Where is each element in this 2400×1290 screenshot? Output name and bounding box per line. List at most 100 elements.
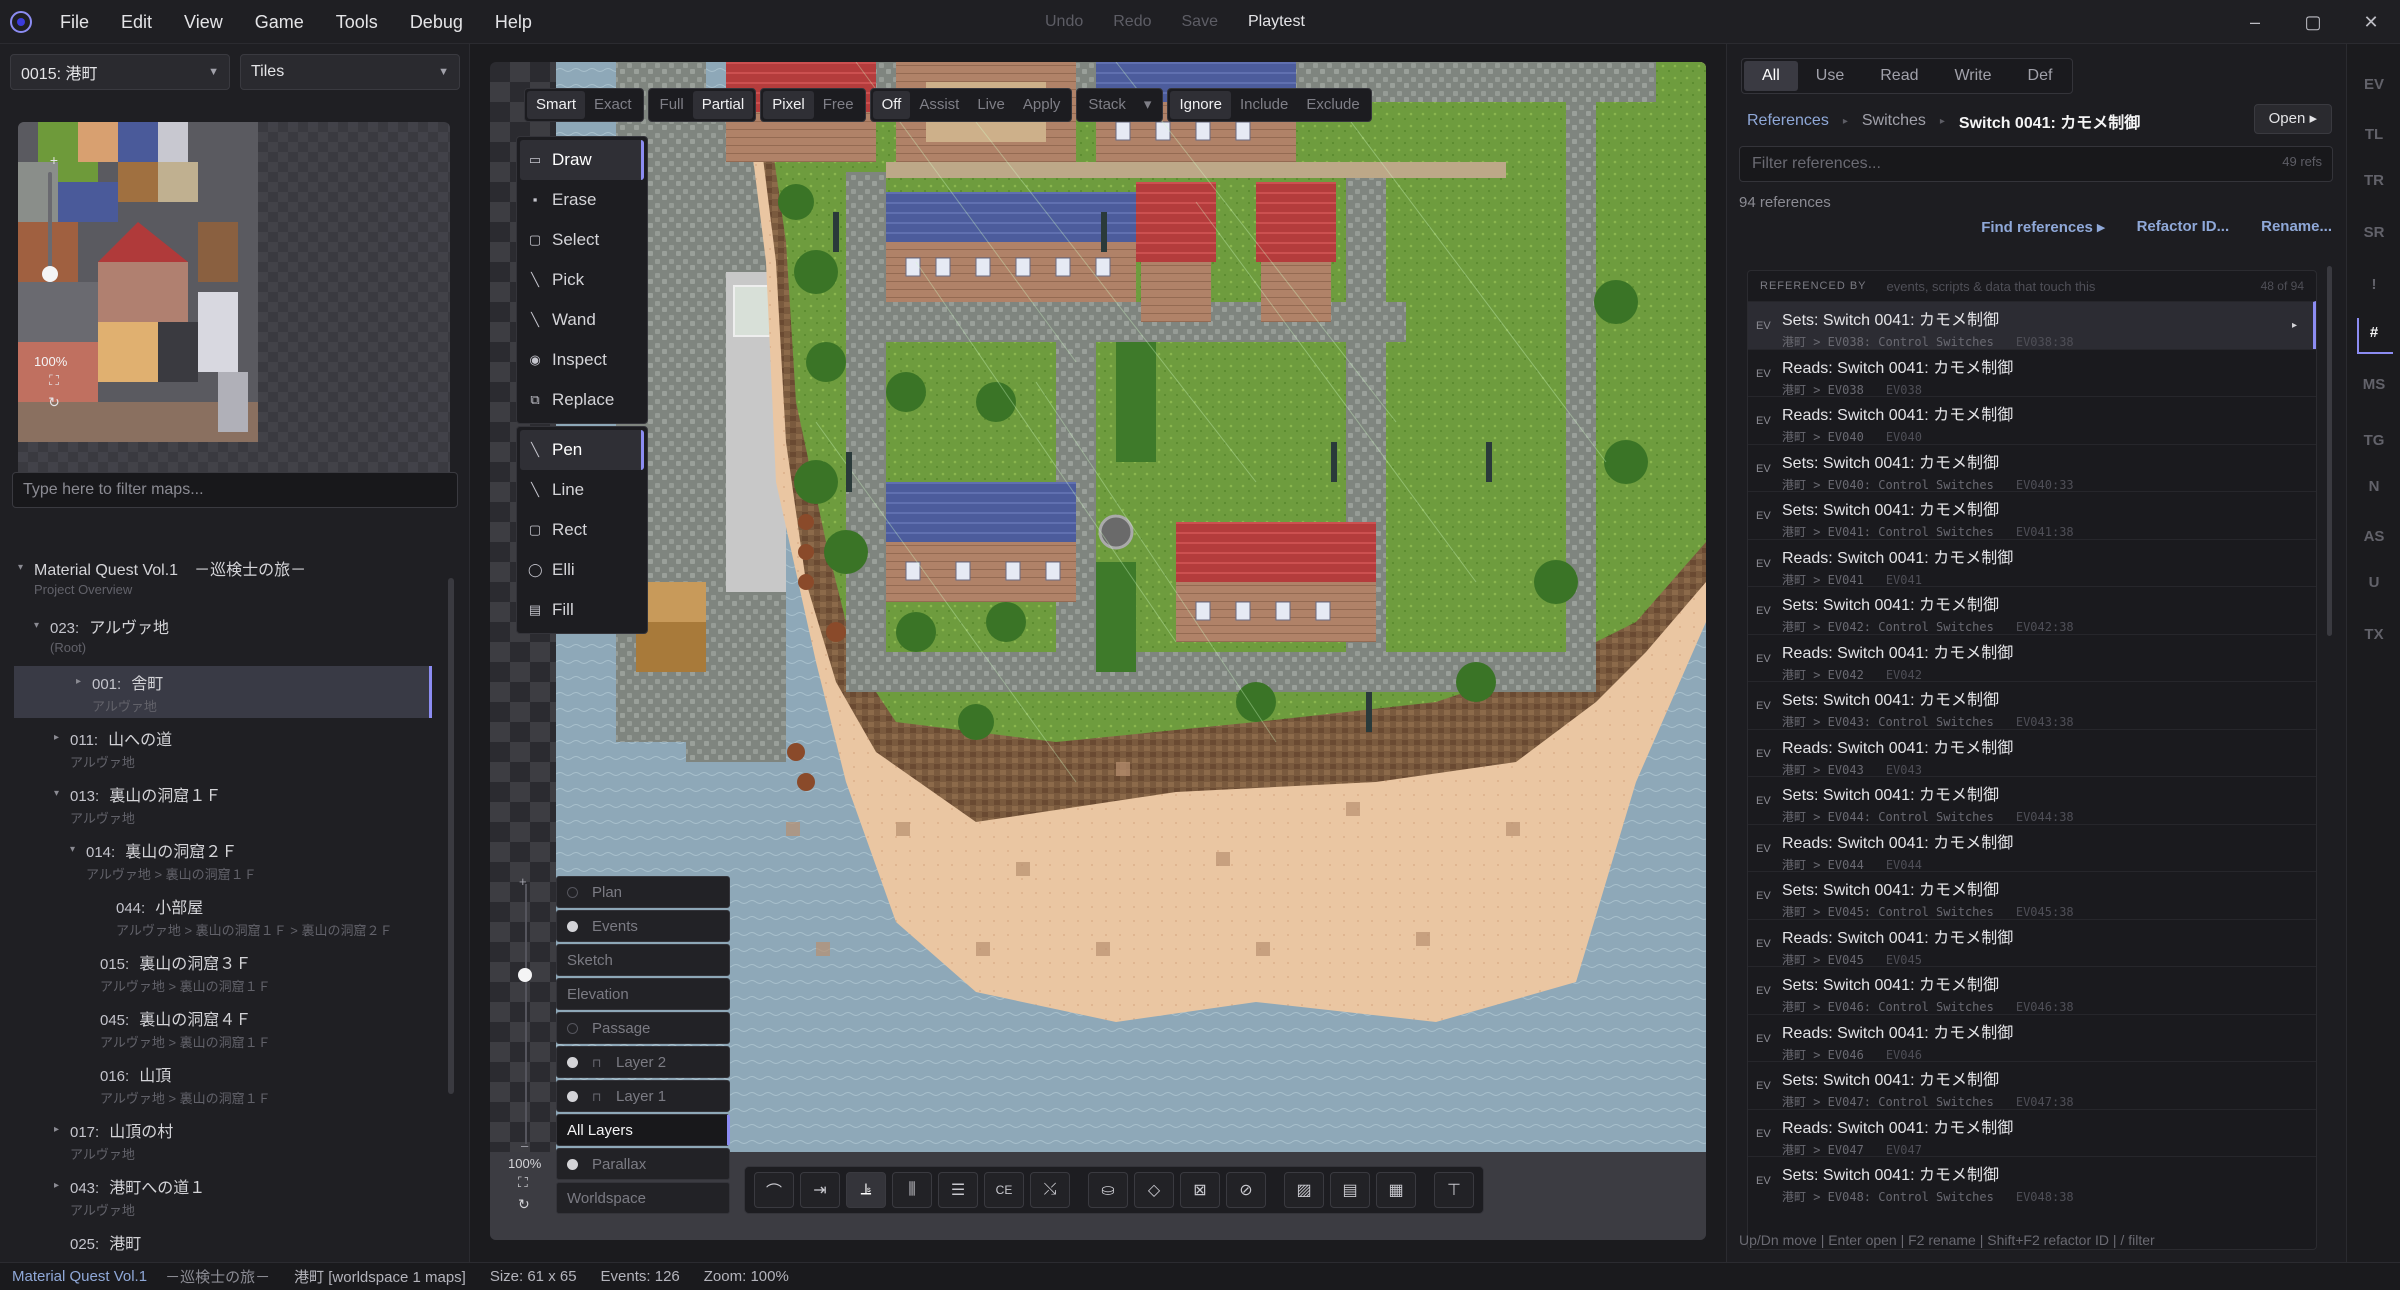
- mode-off[interactable]: Off: [872, 91, 911, 119]
- strip-tab-hash[interactable]: #: [2347, 324, 2400, 341]
- chevron-right-icon[interactable]: ▸: [76, 676, 81, 687]
- tree-item-project[interactable]: ▾ Material Quest Vol.1 －巡検士の旅－ Project Ove…: [0, 552, 440, 602]
- reset-view-icon[interactable]: ↻: [518, 1196, 530, 1213]
- strip-tab-u[interactable]: U: [2347, 574, 2400, 591]
- list-icon[interactable]: ☰: [938, 1172, 978, 1208]
- layer-passage[interactable]: Passage: [556, 1012, 730, 1044]
- layer-all-layers[interactable]: All Layers: [556, 1114, 730, 1146]
- strip-tab-alerts[interactable]: !: [2347, 276, 2400, 293]
- eraser-icon[interactable]: ◇: [1134, 1172, 1174, 1208]
- ref-tab-write[interactable]: Write: [1936, 61, 2009, 91]
- layer-select[interactable]: Tiles ▼: [240, 54, 460, 90]
- stamp-icon[interactable]: ⛀: [1088, 1172, 1128, 1208]
- mail-icon[interactable]: ⊠: [1180, 1172, 1220, 1208]
- mode-exclude[interactable]: Exclude: [1297, 91, 1368, 119]
- tree-item-013[interactable]: ▾ 013: 裏山の洞窟１Ｆ アルヴァ地: [0, 778, 440, 830]
- reference-row[interactable]: EV Reads: Switch 0041: カモメ制御 港町 > EV044 EV0…: [1748, 823, 2316, 872]
- reference-row[interactable]: EV Reads: Switch 0041: カモメ制御 港町 > EV043 EV0…: [1748, 728, 2316, 777]
- layer-parallax[interactable]: Parallax: [556, 1148, 730, 1180]
- snap-icon[interactable]: ⫡: [846, 1172, 886, 1208]
- map-tree-scrollbar[interactable]: [448, 578, 454, 1094]
- layer-layer-1[interactable]: ⊓ Layer 1: [556, 1080, 730, 1112]
- mode-ignore[interactable]: Ignore: [1170, 91, 1231, 119]
- strip-tab-ms[interactable]: MS: [2347, 376, 2400, 393]
- reference-row[interactable]: EV Sets: Switch 0041: カモメ制御 港町 > EV047: Co…: [1748, 1061, 2316, 1109]
- mode-smart[interactable]: Smart: [527, 91, 586, 119]
- tree-item-014[interactable]: ▾ 014: 裏山の洞窟２Ｆ アルヴァ地 > 裏山の洞窟１Ｆ: [0, 834, 440, 886]
- ref-tab-all[interactable]: All: [1744, 61, 1798, 91]
- undo-button[interactable]: Undo: [1030, 13, 1098, 31]
- reference-row[interactable]: EV Sets: Switch 0041: カモメ制御 港町 > EV043: Co…: [1748, 681, 2316, 729]
- tool-fill[interactable]: ▤ Fill: [520, 590, 644, 630]
- tool-pen[interactable]: ╲ Pen: [520, 430, 644, 470]
- mode-pixel[interactable]: Pixel: [763, 91, 814, 119]
- ref-tab-use[interactable]: Use: [1798, 61, 1862, 91]
- mode-include[interactable]: Include: [1231, 91, 1297, 119]
- tool-replace[interactable]: ⧉ Replace: [520, 380, 644, 420]
- strip-tab-ev[interactable]: EV: [2347, 76, 2400, 93]
- layer-events[interactable]: Events: [556, 910, 730, 942]
- canvas-zoom-knob[interactable]: [518, 968, 532, 982]
- chevron-right-icon[interactable]: ▸: [54, 1124, 59, 1135]
- lock-icon[interactable]: ⊓: [592, 1056, 606, 1070]
- mode-live[interactable]: Live: [968, 91, 1014, 119]
- tool-erase[interactable]: ▪ Erase: [520, 180, 644, 220]
- pin-icon[interactable]: ⊤: [1434, 1172, 1474, 1208]
- mode-partial[interactable]: Partial: [692, 91, 754, 119]
- reference-row[interactable]: EV Reads: Switch 0041: カモメ制御 港町 > EV040 EV0…: [1748, 396, 2316, 444]
- reference-row[interactable]: EV Sets: Switch 0041: カモメ制御 港町 > EV045: Co…: [1748, 871, 2316, 919]
- tool-line[interactable]: ╲ Line: [520, 470, 644, 510]
- shuffle-icon[interactable]: ⤯: [1030, 1172, 1070, 1208]
- tree-item-011[interactable]: ▸ 011: 山への道 アルヴァ地: [0, 722, 440, 774]
- reference-row[interactable]: EV Reads: Switch 0041: カモメ制御 港町 > EV038 EV0…: [1748, 348, 2316, 397]
- playtest-button[interactable]: Playtest: [1233, 13, 1320, 31]
- fit-icon[interactable]: ⛶: [44, 372, 64, 392]
- tool-wand[interactable]: ╲ Wand: [520, 300, 644, 340]
- strip-tab-tr[interactable]: TR: [2347, 172, 2400, 189]
- zoom-in-icon[interactable]: +: [44, 152, 64, 172]
- notes-icon[interactable]: ▤: [1330, 1172, 1370, 1208]
- menu-view[interactable]: View: [168, 0, 239, 44]
- reference-row[interactable]: EV Sets: Switch 0041: カモメ制御 港町 > EV041: Co…: [1748, 491, 2316, 539]
- reset-zoom-icon[interactable]: ↻: [44, 394, 64, 414]
- status-project[interactable]: Material Quest Vol.1: [12, 1268, 147, 1285]
- save-button[interactable]: Save: [1167, 13, 1233, 31]
- tree-item-001[interactable]: ▸ 001: 舎町 アルヴァ地: [14, 666, 432, 718]
- reference-scrollbar[interactable]: [2327, 266, 2332, 636]
- reference-row[interactable]: EV Sets: Switch 0041: カモメ制御 港町 > EV042: Co…: [1748, 586, 2316, 634]
- strip-tab-as[interactable]: AS: [2347, 528, 2400, 545]
- strip-tab-sr[interactable]: SR: [2347, 224, 2400, 241]
- visibility-icon[interactable]: [567, 886, 578, 898]
- strip-tab-n[interactable]: N: [2347, 478, 2400, 495]
- reference-row[interactable]: EV Sets: Switch 0041: カモメ制御 港町 > EV044: Co…: [1748, 776, 2316, 824]
- reference-row[interactable]: EV Reads: Switch 0041: カモメ制御 港町 > EV047 EV0…: [1748, 1108, 2316, 1157]
- tool-inspect[interactable]: ◉ Inspect: [520, 340, 644, 380]
- chevron-down-icon[interactable]: ▾: [54, 788, 59, 799]
- fit-view-icon[interactable]: ⛶: [518, 1174, 528, 1191]
- layer-plan[interactable]: Plan: [556, 876, 730, 908]
- reference-row[interactable]: EV Reads: Switch 0041: カモメ制御 港町 > EV042 EV0…: [1748, 633, 2316, 682]
- mode-assist[interactable]: Assist: [910, 91, 968, 119]
- ref-tab-read[interactable]: Read: [1862, 61, 1936, 91]
- chevron-right-icon[interactable]: ▸: [2292, 320, 2297, 331]
- zoom-minus-icon[interactable]: –: [521, 1138, 528, 1153]
- visibility-icon[interactable]: [567, 1022, 578, 1034]
- tileset-palette[interactable]: 100% + ⛶ ↻: [18, 122, 450, 482]
- shade-icon[interactable]: ▨: [1284, 1172, 1324, 1208]
- reference-row[interactable]: EV Sets: Switch 0041: カモメ制御 港町 > EV038: Co…: [1748, 301, 2316, 349]
- tree-item-043[interactable]: ▸ 043: 港町への道１ アルヴァ地: [0, 1170, 440, 1222]
- palette-zoom-knob[interactable]: [42, 266, 58, 282]
- menu-debug[interactable]: Debug: [394, 0, 479, 44]
- layer-layer-2[interactable]: ⊓ Layer 2: [556, 1046, 730, 1078]
- mode-full[interactable]: Full: [651, 91, 693, 119]
- tree-item-045[interactable]: 045: 裏山の洞窟４Ｆ アルヴァ地 > 裏山の洞窟１Ｆ: [0, 1002, 440, 1054]
- mode-stack[interactable]: Stack: [1079, 91, 1135, 119]
- curve-tool-icon[interactable]: ⌒: [754, 1172, 794, 1208]
- reference-row[interactable]: EV Reads: Switch 0041: カモメ制御 港町 > EV046 EV0…: [1748, 1013, 2316, 1062]
- open-button[interactable]: Open ▸: [2253, 104, 2332, 134]
- palette-zoom-slider[interactable]: [48, 172, 52, 322]
- reference-row[interactable]: EV Reads: Switch 0041: カモメ制御 港町 > EV045 EV0…: [1748, 918, 2316, 967]
- chevron-down-icon[interactable]: ▾: [70, 844, 75, 855]
- reference-row[interactable]: EV Sets: Switch 0041: カモメ制御 港町 > EV040: Co…: [1748, 443, 2316, 492]
- reference-row[interactable]: EV Sets: Switch 0041: カモメ制御 港町 > EV048: Co…: [1748, 1156, 2316, 1204]
